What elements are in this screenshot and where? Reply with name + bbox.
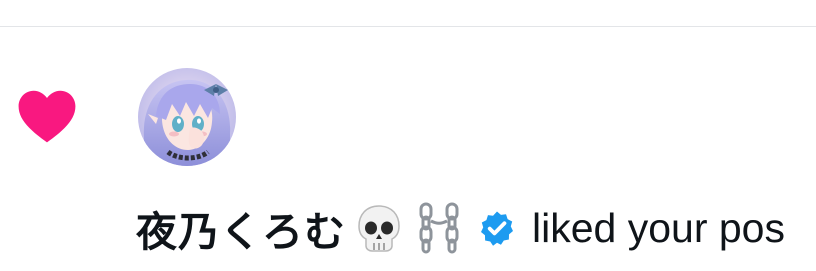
avatar[interactable]	[138, 68, 236, 166]
chains-emoji-icon	[419, 202, 459, 254]
skull-emoji-icon	[358, 205, 400, 252]
top-divider	[0, 26, 816, 27]
user-display-name[interactable]: 夜乃くろむ	[136, 198, 346, 258]
verified-badge-icon[interactable]	[478, 209, 516, 247]
notification-action-text: liked your pos	[532, 204, 785, 251]
notification-text: 夜乃くろむ liked your pos	[136, 196, 785, 260]
heart-icon	[18, 90, 76, 143]
